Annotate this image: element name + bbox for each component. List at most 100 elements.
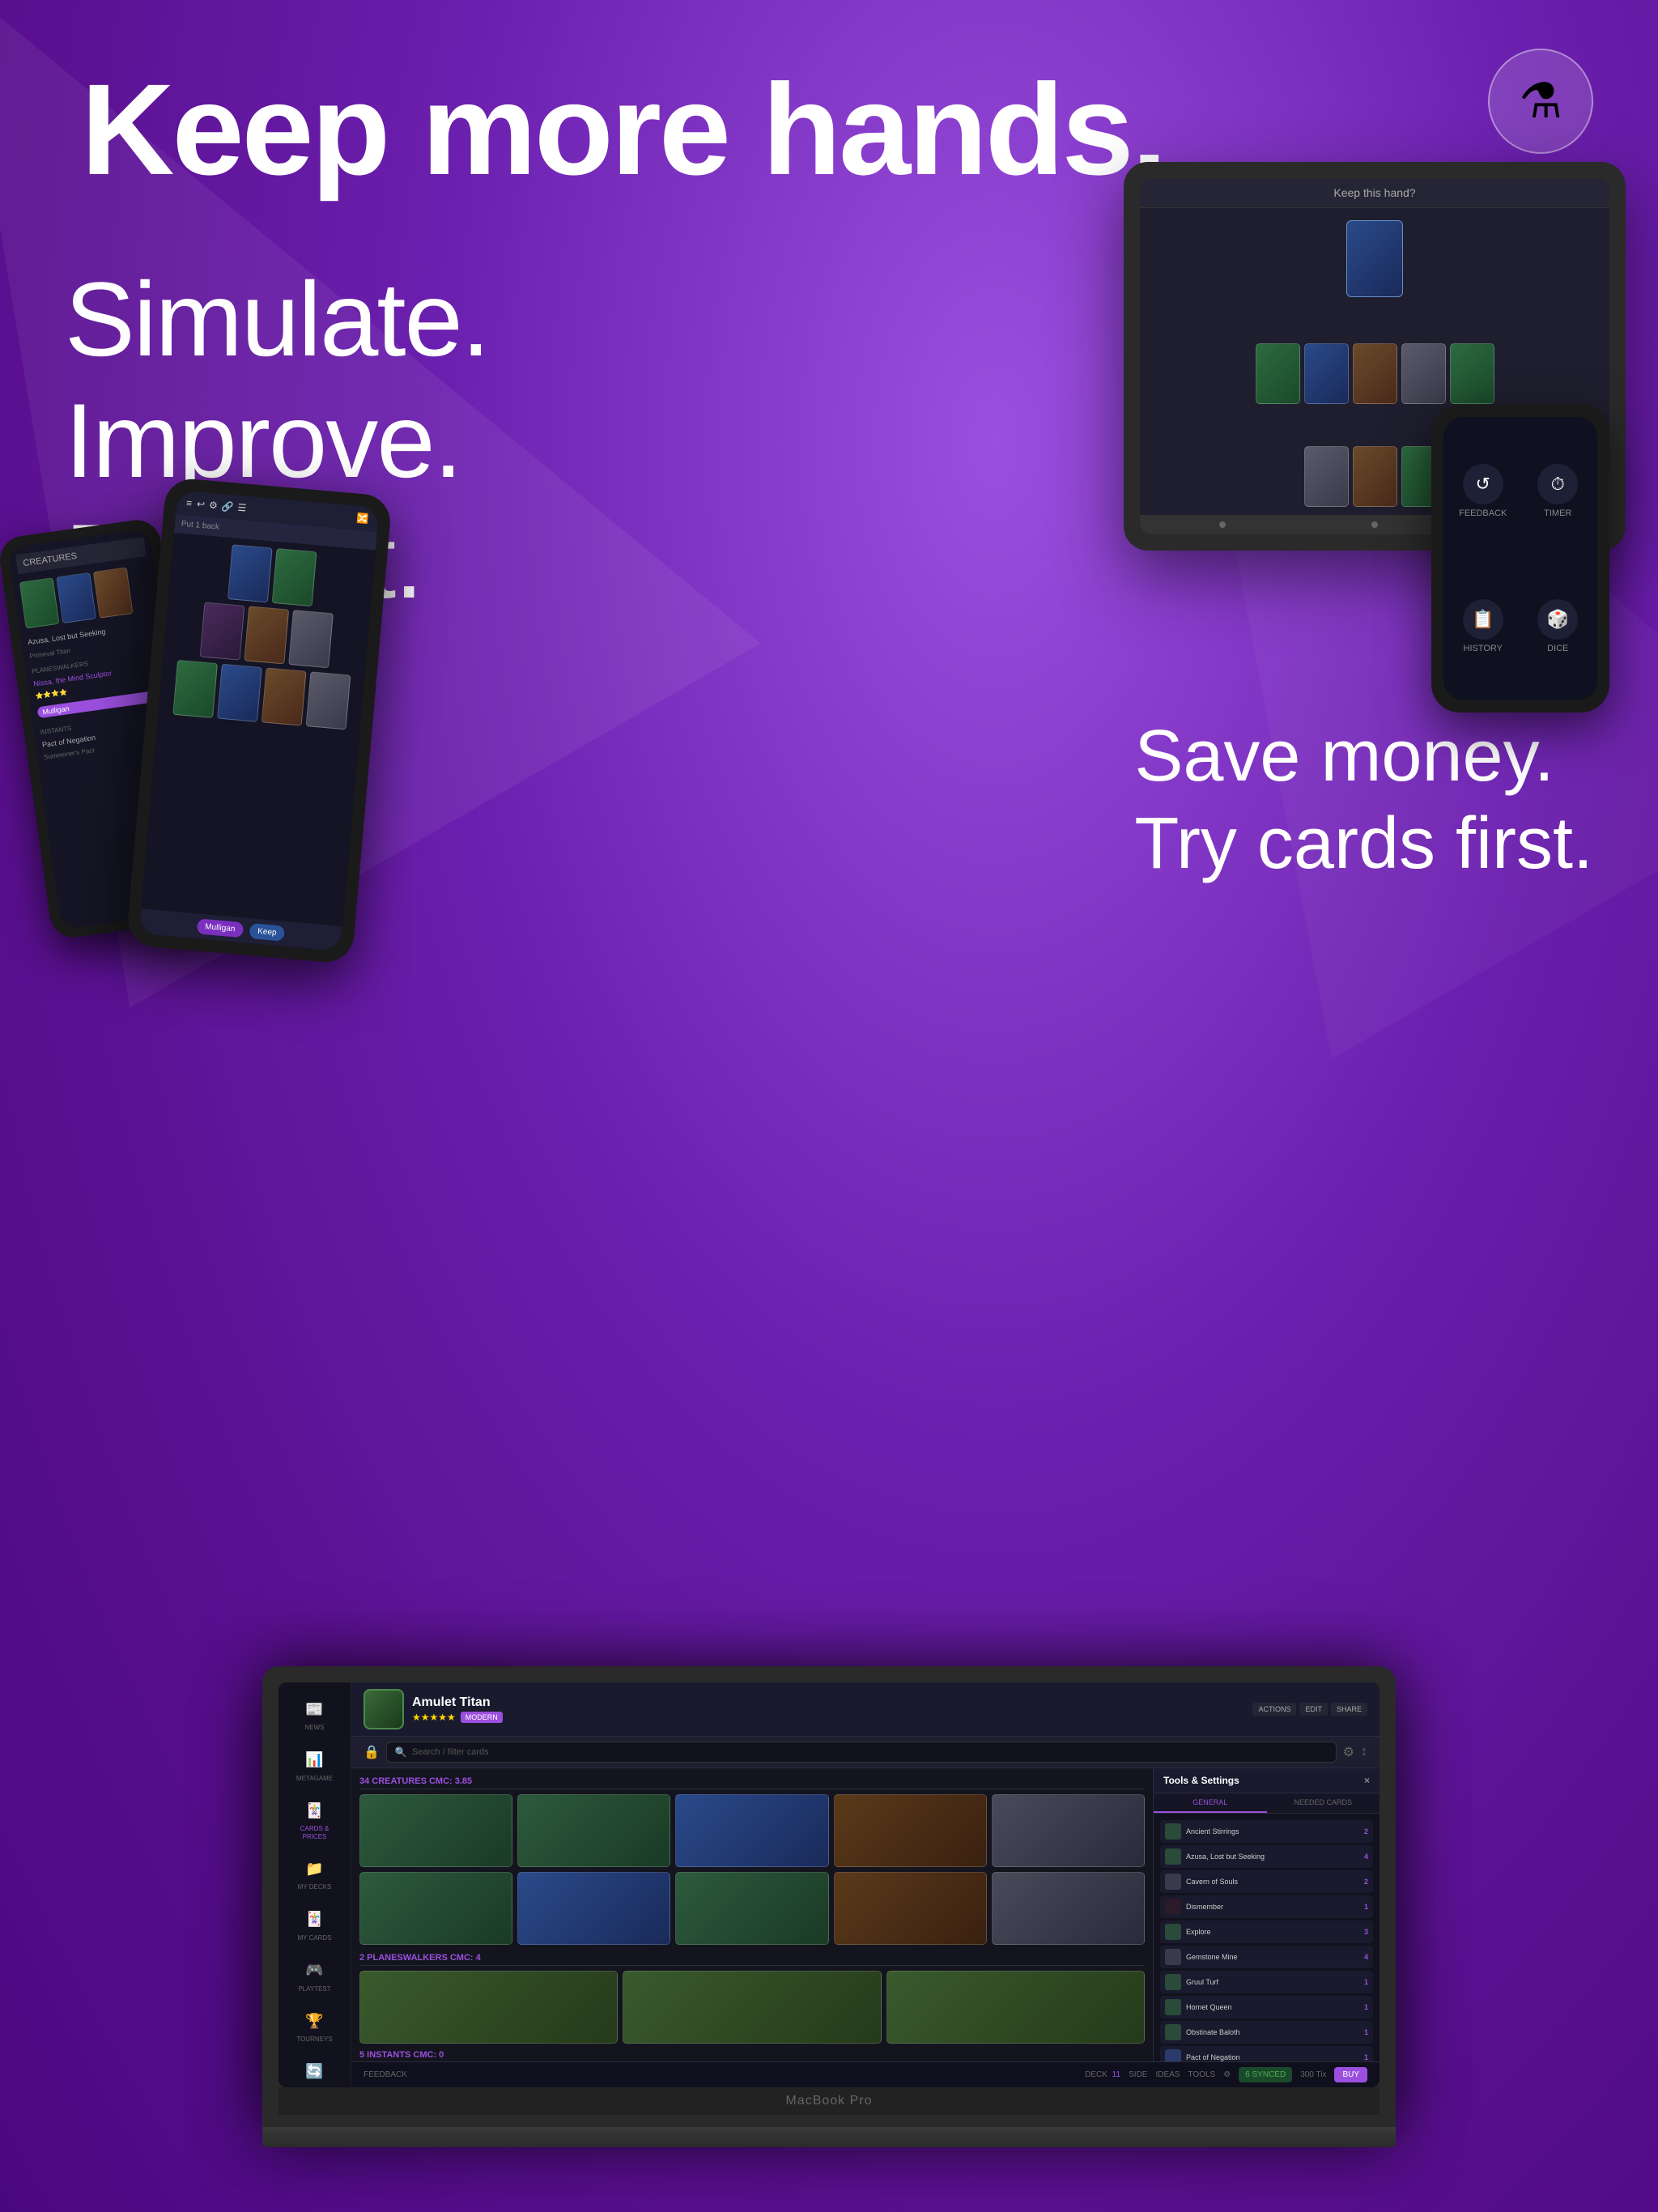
playmat-row2 (170, 599, 363, 670)
deck-list: 34 CREATURES CMC: 3.85 (351, 1768, 1153, 2061)
ideas-label: IDEAS (1155, 2070, 1180, 2079)
sidebar-mycards-label: MY CARDS (297, 1934, 331, 1942)
logo-icon: ⚗ (1519, 73, 1562, 130)
synced-button[interactable]: 6 SYNCED (1239, 2067, 1292, 2082)
tab-needed-cards[interactable]: NEEDED CARDS (1267, 1793, 1380, 1813)
playmat-card (288, 610, 334, 668)
instants-section: 5 INSTANTS CMC: 0 (359, 2050, 1145, 2061)
list-item[interactable]: Pact of Negation 1 (1160, 2046, 1373, 2061)
buy-button[interactable]: BUY (1334, 2067, 1367, 2082)
deck-card[interactable] (675, 1794, 828, 1867)
list-item[interactable]: Obstinate Baloth 1 (1160, 2021, 1373, 2044)
list-item[interactable]: Ancient Stirrings 2 (1160, 1820, 1373, 1843)
lock-icon: 🔒 (363, 1744, 380, 1760)
card-dot (1165, 2049, 1181, 2061)
playmat-row3 (164, 659, 358, 730)
format-badge: MODERN (461, 1712, 503, 1723)
pw-card[interactable] (623, 1971, 881, 2044)
mulligan-btn[interactable]: Mulligan (196, 918, 244, 938)
mini-card (56, 572, 96, 623)
history-icon: 📋 (1463, 599, 1503, 640)
card-name: Azusa, Lost but Seeking (1186, 1853, 1359, 1861)
timer-action[interactable]: ⏱ TIMER (1537, 464, 1578, 518)
sidebar-item-synced[interactable]: 🔄 SYNCED (288, 2053, 341, 2087)
mini-card (93, 567, 134, 618)
pw-card[interactable] (886, 1971, 1145, 2044)
card-dot (1165, 1999, 1181, 2015)
sidebar-item-my-cards[interactable]: 🃏 MY CARDS (288, 1901, 341, 1949)
deck-card[interactable] (834, 1794, 987, 1867)
card-name: Gruul Turf (1186, 1978, 1359, 1986)
deck-card[interactable] (359, 1872, 512, 1945)
sidebar-decks-label: MY DECKS (298, 1883, 332, 1891)
feedback-link[interactable]: FEEDBACK (363, 2070, 407, 2079)
sidebar-item-cards-prices[interactable]: 🃏 CARDS & PRICES (288, 1792, 341, 1847)
phone-right-screen: ↺ FEEDBACK ⏱ TIMER 📋 HISTORY 🎲 DICE (1443, 417, 1597, 700)
list-item[interactable]: Hornet Queen 1 (1160, 1996, 1373, 2018)
list-item[interactable]: Dismember 1 (1160, 1895, 1373, 1918)
my-cards-icon: 🃏 (303, 1908, 327, 1932)
pw-card[interactable] (359, 1971, 618, 2044)
tablet-nav-dot (1219, 521, 1226, 528)
history-label: HISTORY (1464, 644, 1503, 653)
tablet-cards-row1 (1256, 343, 1494, 404)
sidebar-item-tourneys[interactable]: 🏆 TOURNEYS (288, 2002, 341, 2050)
filter-icon: ⚙ (1343, 1744, 1354, 1760)
list-item[interactable]: Azusa, Lost but Seeking 4 (1160, 1845, 1373, 1868)
laptop-toolbar: 🔒 🔍 Search / filter cards ⚙ ↕ (351, 1737, 1380, 1768)
list-item[interactable]: Gruul Turf 1 (1160, 1971, 1373, 1993)
laptop-main: Amulet Titan ★★★★★ MODERN ACTIONS EDIT S… (351, 1682, 1380, 2087)
card-name: Pact of Negation (1186, 2053, 1359, 2061)
card-count: 1 (1364, 2003, 1368, 2011)
deck-info: Amulet Titan ★★★★★ MODERN (412, 1695, 1244, 1723)
edit-button[interactable]: EDIT (1299, 1703, 1328, 1716)
card-dot (1165, 1974, 1181, 1990)
tablet-card (1256, 343, 1300, 404)
keep-btn[interactable]: Keep (249, 923, 285, 942)
deck-label: DECK (1085, 2070, 1107, 2079)
search-bar[interactable]: 🔍 Search / filter cards (386, 1742, 1337, 1763)
deck-card[interactable] (517, 1794, 670, 1867)
card-dot (1165, 1874, 1181, 1890)
creatures-header: 34 CREATURES CMC: 3.85 (359, 1776, 1145, 1789)
laptop-bottom-bar: FEEDBACK DECK 11 SIDE IDEAS TOOLS ⚙ 6 SY… (351, 2061, 1380, 2087)
laptop-sidebar: 📰 NEWS 📊 METAGAME 🃏 CARDS & PRICES 📁 MY … (278, 1682, 351, 2087)
deck-card[interactable] (992, 1794, 1145, 1867)
history-action[interactable]: 📋 HISTORY (1463, 599, 1503, 653)
sidebar-item-my-decks[interactable]: 📁 MY DECKS (288, 1850, 341, 1898)
deck-card[interactable] (517, 1872, 670, 1945)
sidebar-item-playtest[interactable]: 🎮 PLAYTEST (288, 1952, 341, 2000)
save-money-label: Save money. Try cards first. (1134, 713, 1593, 887)
list-item[interactable]: Cavern of Souls 2 (1160, 1870, 1373, 1893)
cards-prices-icon: 🃏 (303, 1798, 327, 1823)
mini-card (19, 577, 60, 628)
planeswalkers-grid (359, 1971, 1145, 2044)
panel-card-list: Ancient Stirrings 2 Azusa, Lost but Seek… (1154, 1814, 1380, 2061)
instants-header: 5 INSTANTS CMC: 0 (359, 2050, 1145, 2061)
settings-icon: ⚙ (1223, 2070, 1231, 2079)
share-button[interactable]: SHARE (1331, 1703, 1367, 1716)
deck-card[interactable] (675, 1872, 828, 1945)
reset-action[interactable]: ↺ FEEDBACK (1459, 464, 1507, 518)
app-logo[interactable]: ⚗ (1488, 49, 1593, 154)
card-name: Hornet Queen (1186, 2003, 1359, 2011)
list-item[interactable]: Gemstone Mine 4 (1160, 1946, 1373, 1968)
deck-card[interactable] (834, 1872, 987, 1945)
sidebar-item-metagame[interactable]: 📊 METAGAME (288, 1742, 341, 1789)
deck-card[interactable] (992, 1872, 1145, 1945)
deck-card[interactable] (359, 1794, 512, 1867)
tagline-line2: Improve. (65, 381, 489, 502)
deck-title: Amulet Titan (412, 1695, 1244, 1710)
panel-header: Tools & Settings × (1154, 1768, 1380, 1793)
price-display: 300 Tix (1300, 2070, 1326, 2079)
sidebar-item-news[interactable]: 📰 NEWS (288, 1691, 341, 1738)
list-item[interactable]: Explore 3 (1160, 1921, 1373, 1943)
actions-button[interactable]: ACTIONS (1252, 1703, 1296, 1716)
tab-general[interactable]: GENERAL (1154, 1793, 1267, 1813)
laptop-base (262, 2127, 1396, 2147)
card-count: 4 (1364, 1853, 1368, 1861)
playmat-card (305, 671, 351, 730)
dice-action[interactable]: 🎲 DICE (1537, 599, 1578, 653)
deck-stars: ★★★★★ (412, 1712, 456, 1723)
panel-close-button[interactable]: × (1364, 1775, 1370, 1786)
